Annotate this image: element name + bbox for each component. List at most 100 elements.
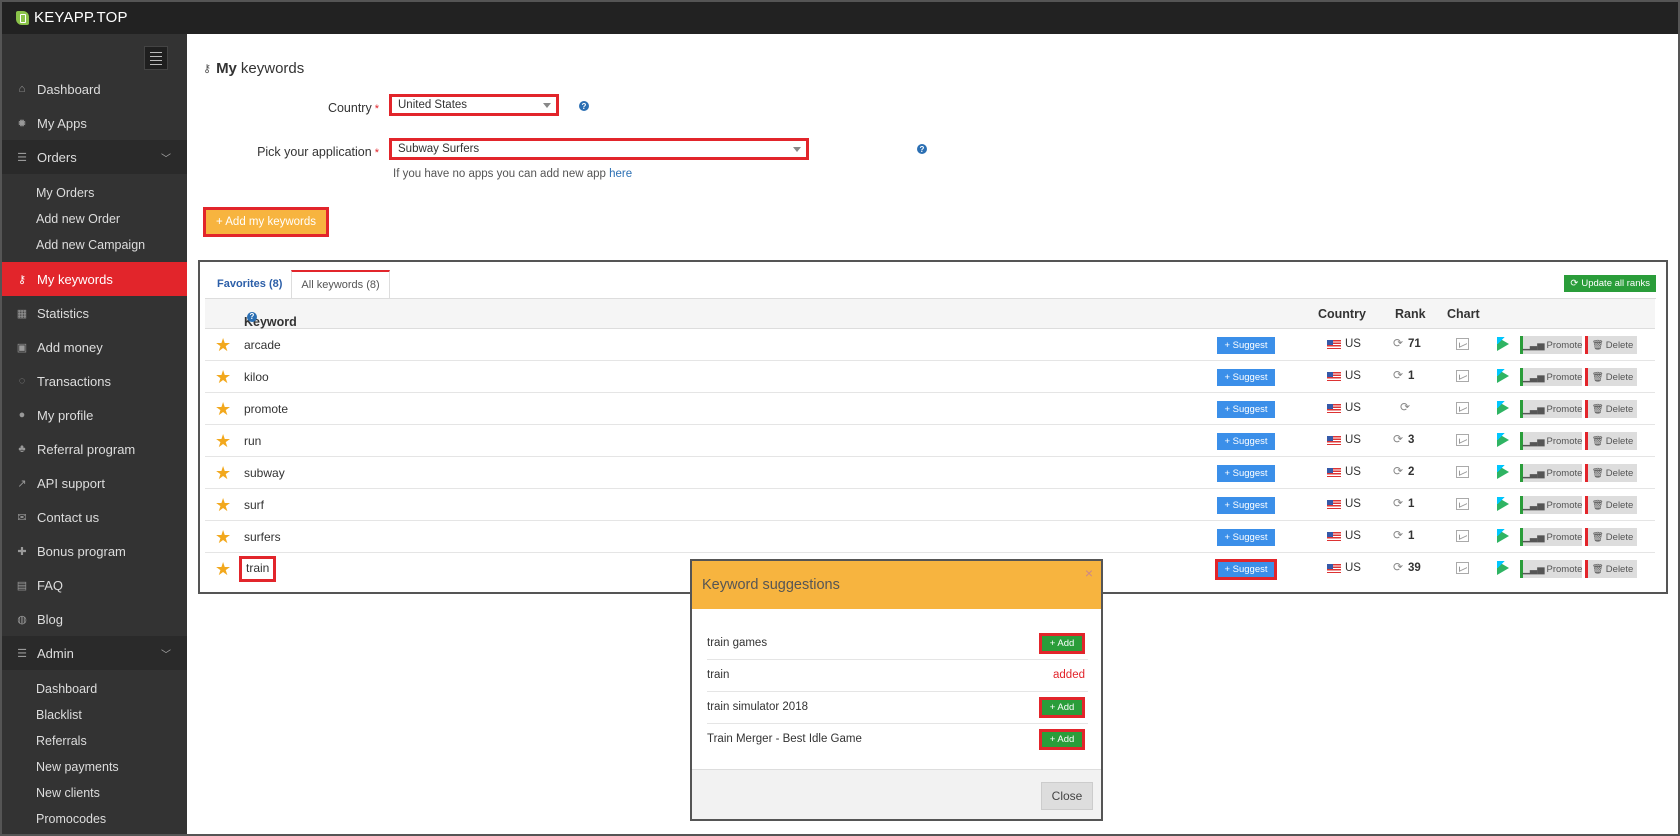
brand-logo[interactable]: KEYAPP.TOP bbox=[16, 9, 128, 26]
menu-toggle-icon[interactable] bbox=[144, 46, 168, 70]
us-flag-icon bbox=[1327, 500, 1341, 509]
google-play-icon[interactable] bbox=[1497, 369, 1509, 383]
google-play-icon[interactable] bbox=[1497, 433, 1509, 447]
sidebar-subitem-promocodes[interactable]: Promocodes bbox=[0, 806, 187, 832]
sidebar-subitem-admin-dashboard[interactable]: Dashboard bbox=[0, 676, 187, 702]
refresh-icon[interactable]: ⟳ bbox=[1393, 336, 1403, 350]
refresh-icon[interactable]: ⟳ bbox=[1393, 560, 1403, 574]
delete-button[interactable]: 🗑 Delete bbox=[1585, 368, 1637, 386]
sidebar-item-orders[interactable]: ☰ Orders ﹀ bbox=[0, 140, 187, 174]
sidebar-subitem-my-orders[interactable]: My Orders bbox=[0, 180, 187, 206]
chart-icon[interactable] bbox=[1456, 562, 1469, 574]
chart-icon[interactable] bbox=[1456, 530, 1469, 542]
refresh-icon[interactable]: ⟳ bbox=[1393, 528, 1403, 542]
help-icon[interactable]: ? bbox=[247, 311, 257, 322]
refresh-icon[interactable]: ⟳ bbox=[1393, 496, 1403, 510]
sidebar-item-referral-program[interactable]: ♣ Referral program bbox=[0, 432, 187, 466]
update-all-ranks-button[interactable]: ⟳ Update all ranks bbox=[1564, 275, 1656, 292]
sidebar-item-my-profile[interactable]: ● My profile bbox=[0, 398, 187, 432]
google-play-icon[interactable] bbox=[1497, 561, 1509, 575]
promote-button[interactable]: ▁▃▅ Promote bbox=[1520, 400, 1582, 418]
tab-all-keywords[interactable]: All keywords (8) bbox=[291, 270, 390, 298]
google-play-icon[interactable] bbox=[1497, 465, 1509, 479]
google-play-icon[interactable] bbox=[1497, 529, 1509, 543]
promote-button[interactable]: ▁▃▅ Promote bbox=[1520, 336, 1582, 354]
sidebar-item-bonus-program[interactable]: ✚ Bonus program bbox=[0, 534, 187, 568]
suggest-button[interactable]: + Suggest bbox=[1217, 401, 1275, 418]
star-icon[interactable]: ★ bbox=[215, 432, 233, 450]
refresh-icon[interactable]: ⟳ bbox=[1393, 432, 1403, 446]
promote-button[interactable]: ▁▃▅ Promote bbox=[1520, 528, 1582, 546]
delete-button[interactable]: 🗑 Delete bbox=[1585, 560, 1637, 578]
sidebar-item-dashboard[interactable]: ⌂ Dashboard bbox=[0, 72, 187, 106]
add-app-link[interactable]: here bbox=[609, 168, 632, 180]
suggest-button[interactable]: + Suggest bbox=[1217, 465, 1275, 482]
modal-title: Keyword suggestions bbox=[702, 577, 840, 593]
suggest-button[interactable]: + Suggest bbox=[1215, 559, 1277, 580]
sidebar-item-faq[interactable]: ▤ FAQ bbox=[0, 568, 187, 602]
add-suggestion-button[interactable]: + Add bbox=[1039, 633, 1085, 654]
sidebar-item-add-money[interactable]: ▣ Add money bbox=[0, 330, 187, 364]
google-play-icon[interactable] bbox=[1497, 401, 1509, 415]
sidebar-subitem-referrals[interactable]: Referrals bbox=[0, 728, 187, 754]
country-select[interactable]: United States bbox=[389, 94, 559, 116]
help-icon[interactable]: ? bbox=[579, 101, 589, 111]
delete-button[interactable]: 🗑 Delete bbox=[1585, 432, 1637, 450]
star-icon[interactable]: ★ bbox=[215, 528, 233, 546]
tab-favorites[interactable]: Favorites (8) bbox=[208, 270, 291, 298]
delete-button[interactable]: 🗑 Delete bbox=[1585, 336, 1637, 354]
chart-icon[interactable] bbox=[1456, 370, 1469, 382]
sidebar-item-admin[interactable]: ☰ Admin ﹀ bbox=[0, 636, 187, 670]
delete-button[interactable]: 🗑 Delete bbox=[1585, 400, 1637, 418]
delete-button[interactable]: 🗑 Delete bbox=[1585, 496, 1637, 514]
top-bar: KEYAPP.TOP bbox=[0, 0, 1680, 34]
suggest-button[interactable]: + Suggest bbox=[1217, 497, 1275, 514]
sidebar-item-my-apps[interactable]: ✹ My Apps bbox=[0, 106, 187, 140]
sidebar-subitem-add-new-campaign[interactable]: Add new Campaign bbox=[0, 232, 187, 258]
sidebar-subitem-add-new-order[interactable]: Add new Order bbox=[0, 206, 187, 232]
promote-button[interactable]: ▁▃▅ Promote bbox=[1520, 368, 1582, 386]
sidebar-item-api-support[interactable]: ↗ API support bbox=[0, 466, 187, 500]
google-play-icon[interactable] bbox=[1497, 497, 1509, 511]
promote-button[interactable]: ▁▃▅ Promote bbox=[1520, 496, 1582, 514]
add-suggestion-button[interactable]: + Add bbox=[1039, 697, 1085, 718]
sidebar-subitem-blacklist[interactable]: Blacklist bbox=[0, 702, 187, 728]
add-suggestion-button[interactable]: + Add bbox=[1039, 729, 1085, 750]
sidebar-item-blog[interactable]: ◍ Blog bbox=[0, 602, 187, 636]
promote-button[interactable]: ▁▃▅ Promote bbox=[1520, 432, 1582, 450]
refresh-icon[interactable]: ⟳ bbox=[1400, 400, 1410, 414]
sidebar-subitem-new-clients[interactable]: New clients bbox=[0, 780, 187, 806]
star-icon[interactable]: ★ bbox=[215, 368, 233, 386]
sidebar-subitem-new-payments[interactable]: New payments bbox=[0, 754, 187, 780]
delete-button[interactable]: 🗑 Delete bbox=[1585, 528, 1637, 546]
chart-icon[interactable] bbox=[1456, 498, 1469, 510]
star-icon[interactable]: ★ bbox=[215, 496, 233, 514]
refresh-icon[interactable]: ⟳ bbox=[1393, 368, 1403, 382]
delete-button[interactable]: 🗑 Delete bbox=[1585, 464, 1637, 482]
chart-icon[interactable] bbox=[1456, 466, 1469, 478]
close-icon[interactable]: × bbox=[1085, 565, 1093, 581]
add-my-keywords-button[interactable]: + Add my keywords bbox=[203, 207, 329, 237]
chart-icon[interactable] bbox=[1456, 338, 1469, 350]
application-select[interactable]: Subway Surfers bbox=[389, 138, 809, 160]
chart-icon[interactable] bbox=[1456, 402, 1469, 414]
google-play-icon[interactable] bbox=[1497, 337, 1509, 351]
refresh-icon[interactable]: ⟳ bbox=[1393, 464, 1403, 478]
promote-button[interactable]: ▁▃▅ Promote bbox=[1520, 560, 1582, 578]
suggest-button[interactable]: + Suggest bbox=[1217, 529, 1275, 546]
promote-button[interactable]: ▁▃▅ Promote bbox=[1520, 464, 1582, 482]
suggest-button[interactable]: + Suggest bbox=[1217, 369, 1275, 386]
star-icon[interactable]: ★ bbox=[215, 464, 233, 482]
sidebar-item-statistics[interactable]: ▦ Statistics bbox=[0, 296, 187, 330]
star-icon[interactable]: ★ bbox=[215, 336, 233, 354]
suggest-button[interactable]: + Suggest bbox=[1217, 337, 1275, 354]
suggest-button[interactable]: + Suggest bbox=[1217, 433, 1275, 450]
sidebar-item-transactions[interactable]: ◌ Transactions bbox=[0, 364, 187, 398]
help-icon[interactable]: ? bbox=[917, 144, 927, 154]
sidebar-item-my-keywords[interactable]: ⚷ My keywords bbox=[0, 262, 187, 296]
chart-icon[interactable] bbox=[1456, 434, 1469, 446]
sidebar-item-contact-us[interactable]: ✉ Contact us bbox=[0, 500, 187, 534]
close-button[interactable]: Close bbox=[1041, 782, 1093, 810]
star-icon[interactable]: ★ bbox=[215, 400, 233, 418]
star-icon[interactable]: ★ bbox=[215, 560, 233, 578]
